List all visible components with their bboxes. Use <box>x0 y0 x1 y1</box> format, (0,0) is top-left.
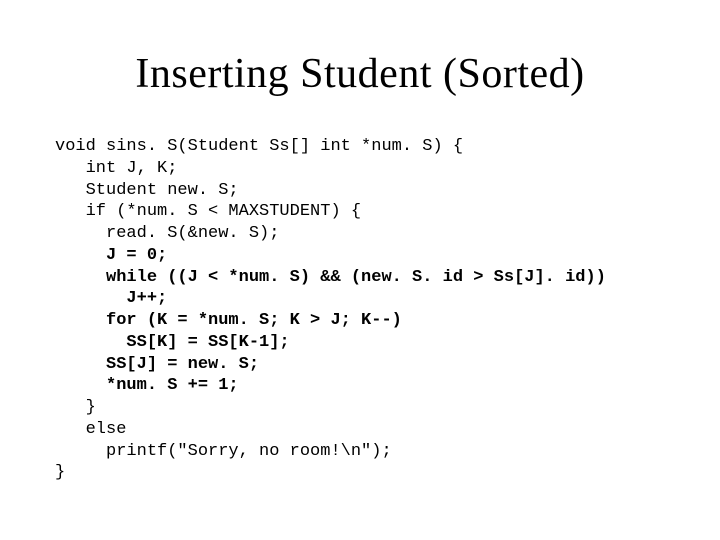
code-line: SS[K] = SS[K-1]; <box>55 333 290 352</box>
code-line: while ((J < *num. S) && (new. S. id > Ss… <box>55 268 606 287</box>
code-line: SS[J] = new. S; <box>55 355 259 374</box>
code-line: int J, K; <box>55 159 177 178</box>
code-line: Student new. S; <box>55 181 239 200</box>
slide-title: Inserting Student (Sorted) <box>55 50 665 98</box>
code-line: printf("Sorry, no room!\n"); <box>55 442 392 461</box>
code-line: else <box>55 420 126 439</box>
code-line: for (K = *num. S; K > J; K--) <box>55 311 402 330</box>
code-line: } <box>55 398 96 417</box>
slide: Inserting Student (Sorted) void sins. S(… <box>0 0 720 540</box>
code-block: void sins. S(Student Ss[] int *num. S) {… <box>55 136 665 484</box>
code-line: } <box>55 463 65 482</box>
code-line: J = 0; <box>55 246 167 265</box>
code-line: read. S(&new. S); <box>55 224 279 243</box>
code-line: if (*num. S < MAXSTUDENT) { <box>55 202 361 221</box>
code-line: *num. S += 1; <box>55 376 239 395</box>
code-line: J++; <box>55 289 167 308</box>
code-line: void sins. S(Student Ss[] int *num. S) { <box>55 137 463 156</box>
